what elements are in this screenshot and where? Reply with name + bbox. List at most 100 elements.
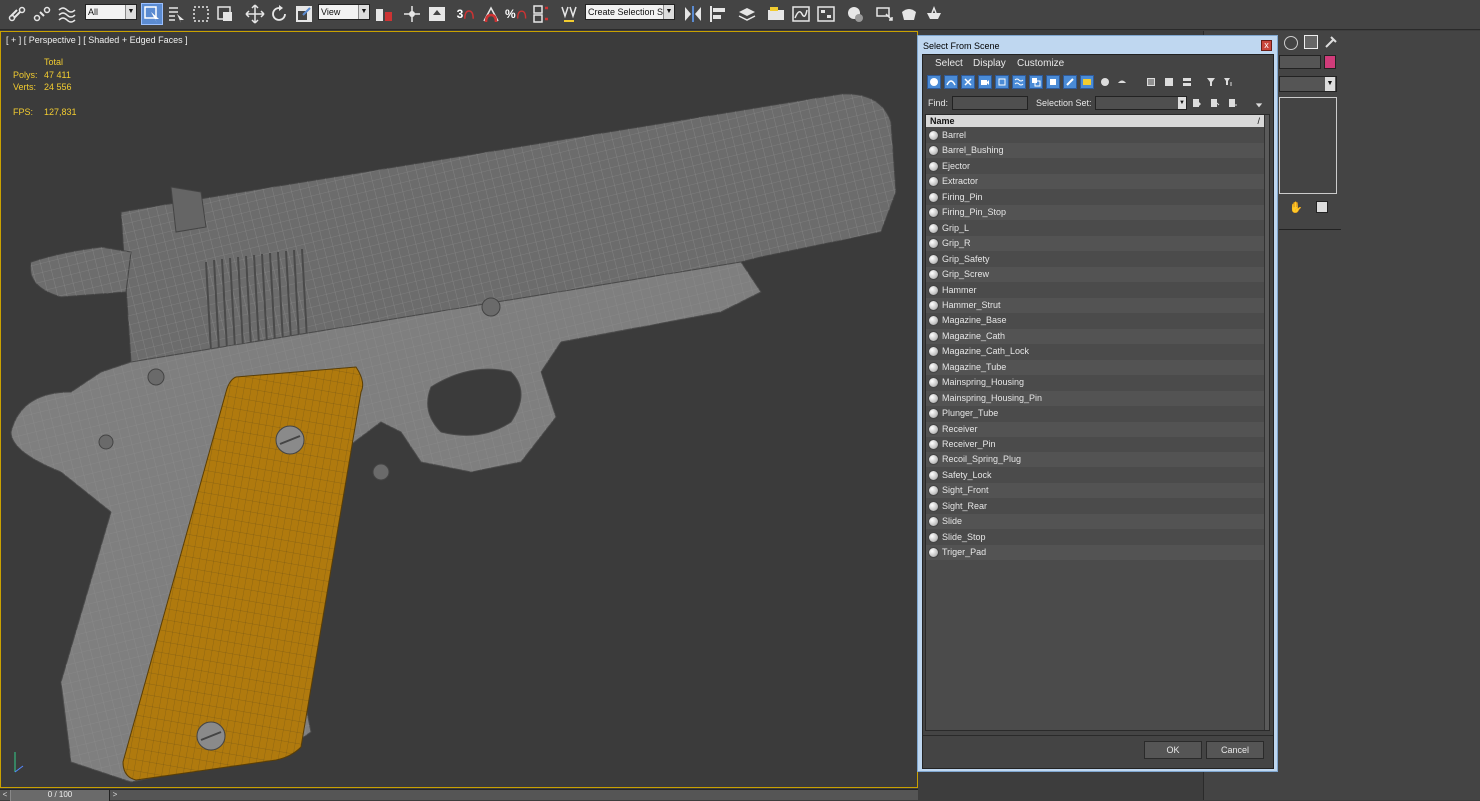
move-icon[interactable] (244, 3, 266, 25)
display-cameras-icon[interactable] (978, 75, 992, 89)
list-item[interactable]: Barrel (926, 128, 1264, 143)
display-frozen-icon[interactable] (1099, 76, 1111, 88)
keyboard-shortcut-icon[interactable] (426, 3, 448, 25)
select-by-name-icon[interactable] (165, 3, 187, 25)
render-icon[interactable] (923, 3, 945, 25)
list-item[interactable]: Plunger_Tube (926, 406, 1264, 421)
modifier-stack[interactable] (1279, 97, 1337, 194)
angle-snap-icon[interactable] (480, 3, 502, 25)
mirror-icon[interactable] (682, 3, 704, 25)
list-item[interactable]: Firing_Pin (926, 190, 1264, 205)
list-item[interactable]: Receiver_Pin (926, 437, 1264, 452)
display-groups-icon[interactable] (1029, 75, 1043, 89)
edit-named-selection-icon[interactable] (558, 3, 580, 25)
list-item[interactable]: Mainspring_Housing (926, 375, 1264, 390)
list-item[interactable]: Recoil_Spring_Plug (926, 452, 1264, 468)
viewport-label[interactable]: [ + ] [ Perspective ] [ Shaded + Edged F… (6, 35, 188, 45)
list-item[interactable]: Firing_Pin_Stop (926, 205, 1264, 221)
filter-selection-icon[interactable] (1222, 76, 1234, 88)
selection-set-dropdown[interactable]: ▼ (1095, 96, 1187, 110)
list-item[interactable]: Barrel_Bushing (926, 143, 1264, 159)
list-item[interactable]: Magazine_Tube (926, 359, 1264, 375)
display-space-warps-icon[interactable] (1012, 75, 1026, 89)
display-helpers-icon[interactable] (995, 75, 1009, 89)
remove-from-selection-set-icon[interactable] (1227, 97, 1239, 109)
percent-snap-icon[interactable]: % (505, 3, 527, 25)
display-shapes-icon[interactable] (944, 75, 958, 89)
display-xrefs-icon[interactable] (1046, 75, 1060, 89)
next-frame-button[interactable]: > (110, 790, 120, 801)
menu-display[interactable]: Display (973, 58, 1006, 69)
select-object-icon[interactable] (141, 3, 163, 25)
list-item[interactable]: Ejector (926, 159, 1264, 174)
list-item[interactable]: Safety_Lock (926, 468, 1264, 483)
list-item[interactable]: Grip_R (926, 236, 1264, 252)
select-invert-icon[interactable] (1181, 76, 1193, 88)
selection-filter-dropdown[interactable]: All ▼ (85, 4, 137, 20)
object-color-swatch[interactable] (1324, 55, 1336, 69)
snap-toggle-icon[interactable]: 3 (455, 3, 477, 25)
scale-icon[interactable] (293, 3, 315, 25)
list-item[interactable]: Grip_Safety (926, 252, 1264, 267)
named-selection-dropdown[interactable]: Create Selection Se ▼ (585, 4, 675, 20)
list-item[interactable]: Hammer (926, 283, 1264, 298)
configure-sets-icon[interactable] (1316, 201, 1328, 213)
list-item[interactable]: Sight_Front (926, 483, 1264, 499)
display-geometry-icon[interactable] (927, 75, 941, 89)
menu-customize[interactable]: Customize (1017, 58, 1064, 69)
list-item[interactable]: Magazine_Base (926, 313, 1264, 328)
list-item[interactable]: Magazine_Cath_Lock (926, 344, 1264, 359)
pin-stack-icon[interactable]: ✋ (1289, 201, 1303, 214)
list-item[interactable]: Grip_L (926, 221, 1264, 236)
prev-frame-button[interactable]: < (0, 790, 10, 801)
list-item[interactable]: Slide (926, 514, 1264, 530)
ribbon-icon[interactable] (765, 3, 787, 25)
link-icon[interactable] (6, 3, 28, 25)
time-slider[interactable]: 0 / 100 (10, 790, 110, 801)
list-item[interactable]: Triger_Pad (926, 545, 1264, 561)
list-item[interactable]: Extractor (926, 174, 1264, 190)
layer-manager-icon[interactable] (736, 3, 758, 25)
list-item[interactable]: Receiver (926, 421, 1264, 437)
align-icon[interactable] (707, 3, 729, 25)
rendered-frame-icon[interactable] (898, 3, 920, 25)
display-containers-icon[interactable] (1080, 75, 1094, 89)
reference-coordinate-dropdown[interactable]: View ▼ (318, 4, 370, 20)
curve-editor-icon[interactable] (790, 3, 812, 25)
bind-space-warp-icon[interactable] (56, 3, 78, 25)
rect-selection-icon[interactable] (190, 3, 212, 25)
display-hidden-icon[interactable] (1116, 76, 1128, 88)
rotate-icon[interactable] (268, 3, 290, 25)
pivot-icon[interactable] (373, 3, 395, 25)
hammer-icon[interactable] (1324, 35, 1338, 49)
schematic-view-icon[interactable] (815, 3, 837, 25)
perspective-viewport[interactable]: [ + ] [ Perspective ] [ Shaded + Edged F… (0, 31, 918, 788)
close-icon[interactable]: x (1261, 40, 1272, 51)
ok-button[interactable]: OK (1144, 741, 1202, 759)
add-to-selection-set-icon[interactable] (1209, 97, 1221, 109)
menu-select[interactable]: Select (935, 58, 963, 69)
unlink-icon[interactable] (31, 3, 53, 25)
object-name-field[interactable] (1279, 55, 1321, 69)
cancel-button[interactable]: Cancel (1206, 741, 1264, 759)
render-setup-icon[interactable] (873, 3, 895, 25)
window-crossing-icon[interactable] (214, 3, 236, 25)
list-item[interactable]: Grip_Screw (926, 267, 1264, 283)
list-item[interactable]: Slide_Stop (926, 530, 1264, 545)
manipulate-icon[interactable] (401, 3, 423, 25)
create-selection-set-icon[interactable] (1191, 97, 1203, 109)
name-column-header[interactable]: Name / (926, 115, 1264, 127)
dropdown-arrow-icon[interactable] (1253, 99, 1265, 111)
spinner-snap-icon[interactable] (530, 3, 552, 25)
modifier-list-dropdown[interactable]: ▼ (1279, 76, 1337, 92)
list-item[interactable]: Sight_Rear (926, 499, 1264, 514)
list-scrollbar[interactable] (1264, 115, 1269, 730)
filter-icon[interactable] (1205, 76, 1217, 88)
display-panel-icon[interactable] (1284, 36, 1298, 50)
select-all-icon[interactable] (1145, 76, 1157, 88)
utilities-panel-icon[interactable] (1304, 35, 1318, 49)
select-none-icon[interactable] (1163, 76, 1175, 88)
display-bones-icon[interactable] (1063, 75, 1077, 89)
list-item[interactable]: Hammer_Strut (926, 297, 1264, 313)
list-item[interactable]: Magazine_Cath (926, 328, 1264, 344)
